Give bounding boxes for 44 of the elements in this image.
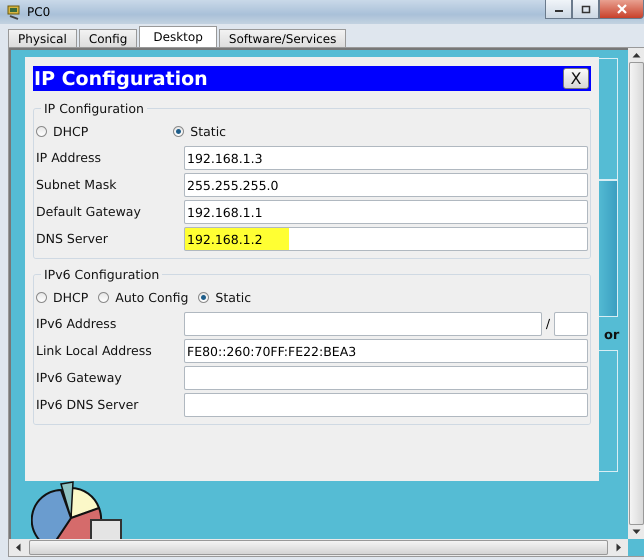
down-arrow-icon[interactable] <box>632 529 640 535</box>
left-arrow-icon[interactable] <box>15 543 21 552</box>
dialog-title: IP Configuration <box>34 68 208 90</box>
group-title: IPv6 Configuration <box>43 267 160 282</box>
field-label: Link Local Address <box>36 343 153 358</box>
separator: / <box>544 316 552 331</box>
minimize-button[interactable] <box>545 0 572 19</box>
right-arrow-icon[interactable] <box>616 543 622 552</box>
prefix-field[interactable] <box>554 312 588 336</box>
scrollbar-corner <box>628 539 644 556</box>
radio-button[interactable]: Static <box>198 290 252 304</box>
input-field[interactable] <box>184 312 542 336</box>
computer-icon <box>6 4 22 20</box>
radio-button[interactable]: DHCP <box>36 290 88 304</box>
input-field[interactable]: 192.168.1.3 <box>184 146 588 170</box>
radio-button[interactable]: Auto Config <box>98 290 188 304</box>
maximize-button[interactable] <box>572 0 599 19</box>
group-title: IP Configuration <box>43 101 145 116</box>
radio-button[interactable]: Static <box>173 124 226 138</box>
field-label: IP Address <box>36 150 102 165</box>
tab[interactable]: Config <box>78 29 138 47</box>
field-label: IPv6 Address <box>36 316 118 331</box>
maximize-icon <box>580 4 590 14</box>
field-label: Default Gateway <box>36 204 142 219</box>
input-field[interactable]: 192.168.1.2 <box>184 226 588 250</box>
field-label: IPv6 DNS Server <box>36 397 140 412</box>
field-label: IPv6 Gateway <box>36 370 123 385</box>
up-arrow-icon[interactable] <box>632 52 640 58</box>
window-title: PC0 <box>27 5 50 19</box>
tab[interactable]: Software/Services <box>218 29 346 47</box>
tab[interactable]: Desktop <box>139 26 217 47</box>
field-label: Subnet Mask <box>36 177 118 192</box>
input-field[interactable] <box>184 392 588 416</box>
radio-button[interactable]: DHCP <box>36 124 88 138</box>
close-icon <box>616 4 628 14</box>
input-field[interactable]: FE80::260:70FF:FE22:BEA3 <box>184 338 588 362</box>
input-field[interactable] <box>184 366 588 390</box>
tab[interactable]: Physical <box>8 29 77 47</box>
input-field[interactable]: 192.168.1.1 <box>184 200 588 224</box>
input-field[interactable]: 255.255.255.0 <box>184 172 588 196</box>
close-button[interactable] <box>599 0 644 19</box>
field-label: DNS Server <box>36 231 109 246</box>
desktop-label: or <box>604 328 620 343</box>
close-button[interactable]: X <box>563 68 589 89</box>
